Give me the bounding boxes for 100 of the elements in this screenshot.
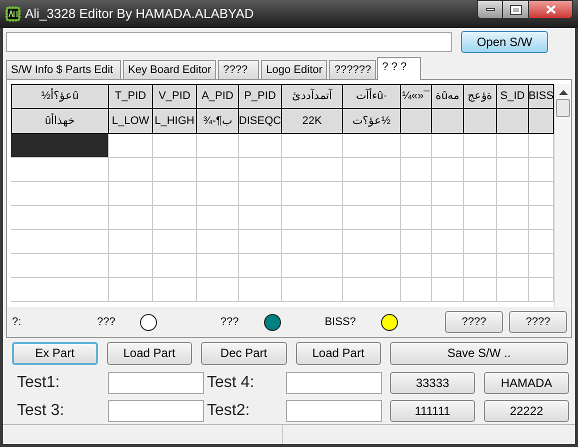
table-cell[interactable] [11,134,109,158]
tab[interactable]: ?????? [329,60,376,79]
table-cell[interactable] [109,158,153,182]
table-cell[interactable] [109,254,153,278]
table-cell[interactable] [497,134,529,158]
number-button[interactable]: 22222 [484,400,569,422]
table-cell[interactable] [11,254,109,278]
table-cell[interactable] [343,254,401,278]
table-cell[interactable] [282,278,343,302]
scroll-up-icon[interactable] [558,89,568,95]
small-button[interactable]: ???? [509,311,567,333]
scrollbar[interactable] [554,84,571,307]
number-button[interactable]: 33333 [390,372,475,394]
table-cell[interactable] [153,278,197,302]
table-cell[interactable] [282,158,343,182]
minimize-button[interactable] [477,0,503,19]
table-cell[interactable] [282,206,343,230]
tab[interactable]: ???? [218,60,260,79]
table-cell[interactable] [343,158,401,182]
input-field[interactable] [286,372,382,394]
table-cell[interactable] [197,254,239,278]
table-cell[interactable] [497,182,529,206]
open-button[interactable]: Open S/W [461,31,548,53]
table-cell[interactable] [529,134,554,158]
table-cell[interactable] [343,182,401,206]
table-cell[interactable] [109,182,153,206]
action-button[interactable]: Load Part [106,342,192,364]
table-cell[interactable] [239,134,282,158]
table-cell[interactable] [464,158,497,182]
table-cell[interactable] [197,230,239,254]
table-cell[interactable] [11,278,109,302]
table-cell[interactable] [432,182,464,206]
table-cell[interactable] [239,206,282,230]
number-button[interactable]: HAMADA [484,372,569,394]
table-cell[interactable] [343,134,401,158]
table-cell[interactable] [109,134,153,158]
table-cell[interactable] [282,254,343,278]
table-cell[interactable] [432,206,464,230]
table-cell[interactable] [343,206,401,230]
input-field[interactable] [108,400,204,422]
table-cell[interactable] [464,278,497,302]
table-cell[interactable] [497,158,529,182]
table-cell[interactable] [343,278,401,302]
table-cell[interactable] [464,134,497,158]
table-cell[interactable] [153,158,197,182]
table-cell[interactable] [529,158,554,182]
tab[interactable]: S/W Info $ Parts Edit [6,60,121,79]
table-cell[interactable] [497,278,529,302]
table-cell[interactable] [529,182,554,206]
maximize-button[interactable] [503,0,529,19]
table-cell[interactable] [282,230,343,254]
input-field[interactable] [108,372,204,394]
table-cell[interactable] [343,230,401,254]
action-button[interactable]: Save S/W .. [390,342,568,364]
table-cell[interactable] [153,254,197,278]
table-cell[interactable] [401,206,432,230]
table-cell[interactable] [239,182,282,206]
table-cell[interactable] [401,134,432,158]
table-cell[interactable] [401,158,432,182]
action-button[interactable]: Load Part [296,342,382,364]
tab[interactable]: Logo Editor [261,60,328,79]
path-field[interactable] [6,32,452,52]
table-cell[interactable] [401,230,432,254]
scroll-thumb[interactable] [556,99,570,117]
table-cell[interactable] [464,182,497,206]
table-cell[interactable] [109,278,153,302]
table-cell[interactable] [239,230,282,254]
table-cell[interactable] [432,254,464,278]
table-cell[interactable] [109,206,153,230]
input-field[interactable] [286,400,382,422]
table-cell[interactable] [11,230,109,254]
action-button[interactable]: Dec Part [201,342,287,364]
table-cell[interactable] [11,206,109,230]
table-cell[interactable] [197,134,239,158]
table-cell[interactable] [464,254,497,278]
table-cell[interactable] [432,158,464,182]
table-cell[interactable] [282,134,343,158]
table-cell[interactable] [197,158,239,182]
table-cell[interactable] [432,230,464,254]
table-cell[interactable] [153,182,197,206]
small-button[interactable]: ???? [445,311,503,333]
table-cell[interactable] [153,230,197,254]
table-cell[interactable] [497,206,529,230]
table-cell[interactable] [282,182,343,206]
table-cell[interactable] [197,206,239,230]
table-cell[interactable] [529,230,554,254]
table-cell[interactable] [401,254,432,278]
table-cell[interactable] [197,182,239,206]
table-cell[interactable] [197,278,239,302]
table-cell[interactable] [11,158,109,182]
table-cell[interactable] [401,278,432,302]
table-cell[interactable] [239,278,282,302]
table-cell[interactable] [153,206,197,230]
table-cell[interactable] [11,182,109,206]
tab[interactable]: ? ? ? [377,57,422,80]
table-cell[interactable] [464,206,497,230]
table-cell[interactable] [497,230,529,254]
table-cell[interactable] [529,278,554,302]
table-cell[interactable] [497,254,529,278]
close-button[interactable] [529,0,573,19]
